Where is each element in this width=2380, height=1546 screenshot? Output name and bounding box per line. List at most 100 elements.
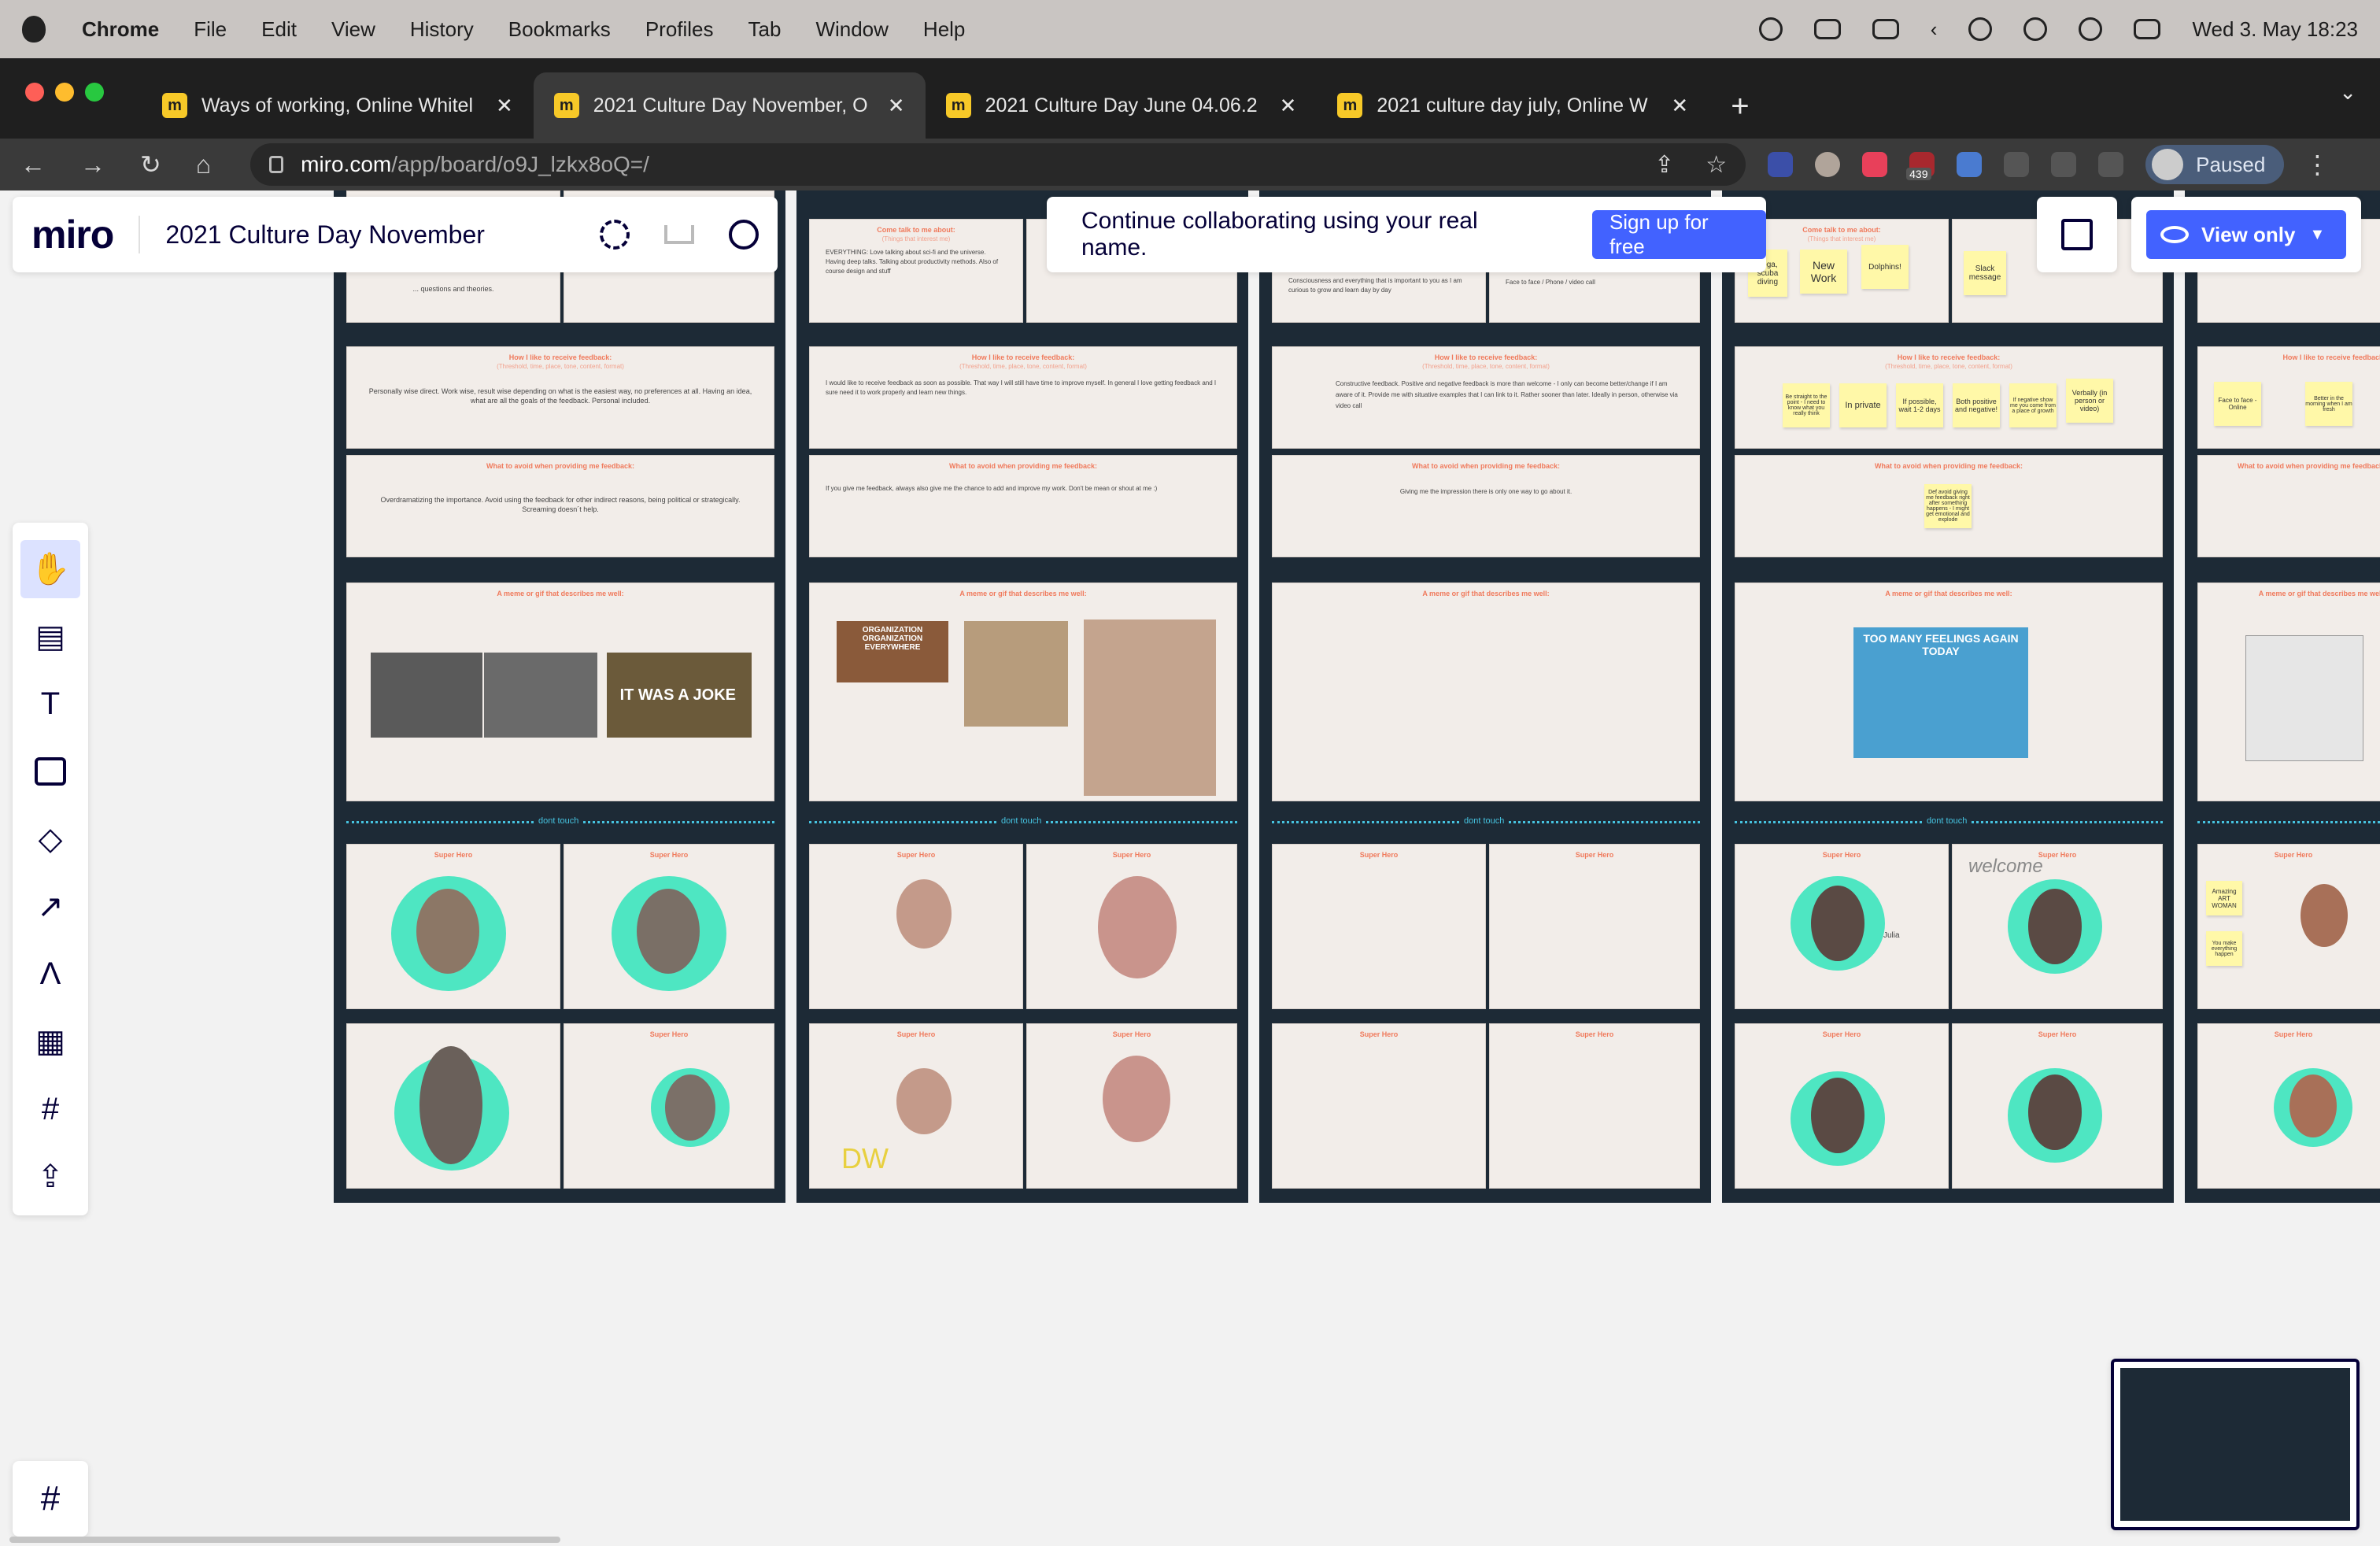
super-hero-frame[interactable]: Super Hero [1272, 844, 1486, 1009]
avoid-frame[interactable]: What to avoid when providing me feedback… [1272, 455, 1700, 557]
apple-icon[interactable] [22, 16, 46, 43]
time-machine-icon[interactable] [1758, 17, 1783, 41]
menu-edit[interactable]: Edit [261, 17, 297, 42]
sticky-note[interactable]: If possible, wait 1-2 days [1896, 383, 1943, 427]
menu-app-name[interactable]: Chrome [82, 17, 159, 42]
battery-icon[interactable] [1813, 19, 1841, 39]
super-hero-frame[interactable]: Super Hero [1952, 1023, 2163, 1189]
hand-tool-icon[interactable]: ✋ [20, 540, 80, 598]
avoid-frame[interactable]: What to avoid when providing me feedback… [1735, 455, 2163, 557]
sticky-note[interactable]: You make everything happen [2206, 931, 2242, 966]
super-hero-frame[interactable]: Super Hero welcome [1952, 844, 2163, 1009]
minimize-window-button[interactable] [55, 83, 74, 102]
export-icon[interactable] [664, 225, 694, 244]
portrait-photo[interactable] [896, 879, 952, 949]
talk-frame[interactable]: Come talk to me about: (Things that inte… [1735, 219, 1949, 323]
sign-up-button[interactable]: Sign up for free [1591, 210, 1766, 259]
menu-clock[interactable]: Wed 3. May 18:23 [2192, 17, 2358, 42]
kebab-menu-icon[interactable]: ⋮ [2304, 150, 2330, 179]
feedback-frame[interactable]: How I like to receive feedback: (Thresho… [1735, 346, 2163, 449]
super-hero-frame[interactable]: Super Hero DW [809, 1023, 1023, 1189]
portrait-photo[interactable] [2028, 1074, 2082, 1150]
portrait-photo[interactable] [896, 1068, 952, 1134]
apps-button[interactable] [2037, 197, 2117, 272]
sticky-note[interactable]: Dolphins! [1861, 245, 1909, 289]
shapes-tool-icon[interactable]: ◇ [20, 810, 80, 868]
menu-profiles[interactable]: Profiles [645, 17, 714, 42]
browser-tab-culture-day-july[interactable]: m 2021 culture day july, Online W ✕ [1317, 72, 1709, 139]
portrait-photo[interactable] [1811, 886, 1864, 961]
super-hero-frame[interactable]: Super Hero Julia [1735, 844, 1949, 1009]
wifi-icon[interactable] [2079, 17, 2103, 41]
sticky-note[interactable]: Be straight to the point - I need to kno… [1783, 383, 1830, 427]
browser-tab-culture-day-june[interactable]: m 2021 Culture Day June 04.06.2 ✕ [926, 72, 1318, 139]
feedback-frame[interactable]: How I like to receive feedback: (Thresho… [809, 346, 1237, 449]
extension-icon[interactable] [1957, 152, 1983, 177]
meme-frame[interactable]: A meme or gif that describes me well: TO… [1735, 583, 2163, 801]
comment-tool-icon[interactable]: ▤ [20, 608, 80, 666]
text-tool-icon[interactable]: T [20, 675, 80, 734]
portrait-photo[interactable] [637, 889, 700, 974]
portrait-photo[interactable] [665, 1074, 715, 1141]
display-icon[interactable] [1872, 19, 1899, 39]
sticky-note[interactable]: Amazing ART WOMAN [2206, 881, 2242, 915]
menu-file[interactable]: File [194, 17, 227, 42]
portrait-photo[interactable] [2289, 1074, 2337, 1137]
super-hero-frame[interactable]: Super Hero Amazing ART WOMAN You make ev… [2197, 844, 2380, 1009]
browser-tab-ways-of-working[interactable]: m Ways of working, Online Whitel ✕ [142, 72, 534, 139]
sticky-note[interactable]: Slack message [1964, 251, 2006, 295]
reload-icon[interactable]: ↻ [140, 150, 161, 179]
address-bar[interactable]: miro.com /app/board/o9J_lzkx8oQ=/ ⇪ ☆ [250, 143, 1746, 186]
menu-history[interactable]: History [410, 17, 474, 42]
menu-help[interactable]: Help [923, 17, 965, 42]
menu-window[interactable]: Window [815, 17, 888, 42]
side-panel-icon[interactable] [2098, 152, 2124, 177]
meme-image[interactable] [484, 653, 597, 738]
home-icon[interactable]: ⌂ [196, 150, 211, 179]
meme-image[interactable] [1084, 620, 1216, 796]
connector-arrow-icon[interactable]: ↗ [20, 878, 80, 936]
portrait-photo[interactable] [1811, 1078, 1864, 1153]
view-only-button[interactable]: View only ▼ [2146, 210, 2346, 259]
sticky-note[interactable]: Verbally (in person or video) [2066, 379, 2113, 423]
feedback-frame[interactable]: How I like to receive feedback: Face to … [2197, 346, 2380, 449]
pen-tool-icon[interactable]: Λ [20, 945, 80, 1004]
board-canvas[interactable]: ... questions and theories. How I like t… [0, 190, 2380, 1546]
zoom-window-button[interactable] [85, 83, 104, 102]
close-tab-icon[interactable]: ✕ [1671, 94, 1688, 118]
chevron-left-icon[interactable]: ‹ [1931, 17, 1938, 42]
control-center-icon[interactable] [2134, 19, 2161, 39]
board-minimap[interactable] [2111, 1359, 2360, 1530]
sticky-note[interactable]: Def avoid giving me feedback right after… [1924, 484, 1972, 528]
bookmark-star-icon[interactable]: ☆ [1706, 151, 1727, 179]
sticky-note[interactable]: Both positive and negative! [1953, 383, 2000, 427]
profile-button[interactable]: Paused [2145, 145, 2285, 184]
extension-icon[interactable] [1815, 152, 1841, 177]
avoid-frame[interactable]: What to avoid when providing me feedback… [809, 455, 1237, 557]
back-arrow-icon[interactable]: ← [20, 150, 46, 179]
super-hero-frame[interactable]: Super Hero [1026, 1023, 1237, 1189]
board-title[interactable]: 2021 Culture Day November [165, 220, 485, 250]
bluetooth-icon[interactable] [1968, 17, 1993, 41]
new-tab-button[interactable]: + [1731, 89, 1749, 124]
sticky-note[interactable]: If negative show me you come from a plac… [2009, 383, 2057, 427]
meme-image[interactable]: IT WAS A JOKE [607, 653, 752, 738]
super-hero-frame[interactable]: Super Hero [2197, 1023, 2380, 1189]
super-hero-frame[interactable] [346, 1023, 560, 1189]
portrait-photo[interactable] [1103, 1056, 1170, 1142]
vpn-icon[interactable] [2023, 17, 2048, 41]
close-window-button[interactable] [25, 83, 44, 102]
portrait-photo[interactable] [1098, 876, 1177, 978]
avoid-frame[interactable]: What to avoid when providing me feedback… [346, 455, 774, 557]
super-hero-frame[interactable]: Super Hero [1489, 1023, 1700, 1189]
close-tab-icon[interactable]: ✕ [1280, 94, 1297, 118]
menu-bookmarks[interactable]: Bookmarks [508, 17, 611, 42]
forward-arrow-icon[interactable]: → [80, 150, 105, 179]
avoid-frame[interactable]: What to avoid when providing me feedback… [2197, 455, 2380, 557]
tab-search-chevron-icon[interactable]: ⌄ [2339, 80, 2356, 105]
menu-tab[interactable]: Tab [748, 17, 782, 42]
super-hero-frame[interactable]: Super Hero [1489, 844, 1700, 1009]
super-hero-frame[interactable]: Super Hero [564, 1023, 774, 1189]
talk-frame[interactable]: Come talk to me about: (Things that inte… [809, 219, 1023, 323]
meme-image[interactable]: TOO MANY FEELINGS AGAIN TODAY [1853, 627, 2028, 758]
